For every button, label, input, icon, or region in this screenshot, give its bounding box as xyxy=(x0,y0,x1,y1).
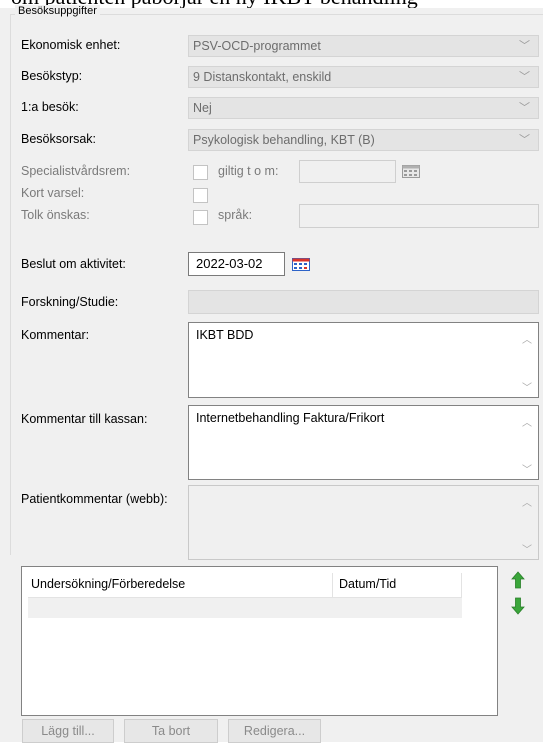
label-kort-varsel: Kort varsel: xyxy=(21,186,85,200)
group-box-title: Besöksuppgifter xyxy=(15,5,100,17)
edit-button[interactable]: Redigera... xyxy=(228,719,321,743)
arrow-down-icon[interactable] xyxy=(511,597,525,615)
examinations-table[interactable]: Undersökning/Förberedelse Datum/Tid xyxy=(21,566,498,716)
add-button[interactable]: Lägg till... xyxy=(22,719,114,743)
label-forskning-studie: Forskning/Studie: xyxy=(21,295,119,309)
kommentar-kassan-text: Internetbehandling Faktura/Frikort xyxy=(196,411,385,425)
scroll-down-icon[interactable]: ﹀ xyxy=(522,379,532,394)
textarea-patientkommentar[interactable]: ︿ ﹀ xyxy=(188,485,539,560)
column-separator[interactable] xyxy=(332,573,333,597)
visit-details-panel: Besöksuppgifter Ekonomisk enhet: PSV-OCD… xyxy=(0,5,543,743)
date-field-giltig-tom[interactable] xyxy=(299,160,396,183)
table-row[interactable] xyxy=(28,598,462,618)
calendar-icon[interactable] xyxy=(402,165,420,178)
kommentar-text: IKBT BDD xyxy=(196,328,254,342)
calendar-icon[interactable] xyxy=(292,258,310,271)
label-beslut-om-aktivitet: Beslut om aktivitet: xyxy=(21,257,126,271)
label-giltig-tom: giltig t o m: xyxy=(218,164,279,178)
scroll-up-icon[interactable]: ︿ xyxy=(522,331,532,346)
label-forsta-besok: 1:a besök: xyxy=(21,100,79,114)
checkbox-kort-varsel[interactable] xyxy=(193,188,208,203)
label-besokstyp: Besökstyp: xyxy=(21,69,83,83)
date-field-beslut[interactable]: 2022-03-02 xyxy=(188,252,285,276)
checkbox-specialistvardsrem[interactable] xyxy=(193,165,208,180)
scroll-down-icon[interactable]: ﹀ xyxy=(522,541,532,556)
chevron-down-icon[interactable]: ﹀ xyxy=(519,98,530,118)
label-tolk-onskas: Tolk önskas: xyxy=(21,208,90,222)
combo-forsta-besok-value: Nej xyxy=(193,101,212,115)
checkbox-tolk[interactable] xyxy=(193,210,208,225)
chevron-down-icon[interactable]: ﹀ xyxy=(519,36,530,56)
label-kommentar: Kommentar: xyxy=(21,328,90,342)
column-header-datum-tid[interactable]: Datum/Tid xyxy=(339,577,396,591)
textarea-kommentar-kassan[interactable]: Internetbehandling Faktura/Frikort ︿ ﹀ xyxy=(188,405,539,480)
combo-ekonomisk-enhet-value: PSV-OCD-programmet xyxy=(193,39,321,53)
textarea-kommentar[interactable]: IKBT BDD ︿ ﹀ xyxy=(188,322,539,398)
table-header: Undersökning/Förberedelse Datum/Tid xyxy=(28,573,462,598)
label-sprak: språk: xyxy=(218,208,253,222)
label-besoksorsak: Besöksorsak: xyxy=(21,132,97,146)
combo-besoksorsak-value: Psykologisk behandling, KBT (B) xyxy=(193,133,375,147)
scroll-down-icon[interactable]: ﹀ xyxy=(522,461,532,476)
scroll-up-icon[interactable]: ︿ xyxy=(522,494,532,509)
field-forskning-studie[interactable] xyxy=(188,290,539,314)
chevron-down-icon[interactable]: ﹀ xyxy=(519,130,530,150)
remove-button[interactable]: Ta bort xyxy=(124,719,218,743)
label-kommentar-kassan: Kommentar till kassan: xyxy=(21,412,148,426)
label-patientkommentar: Patientkommentar (webb): xyxy=(21,492,168,506)
combo-forsta-besok[interactable]: Nej ﹀ xyxy=(188,97,539,119)
combo-besokstyp[interactable]: 9 Distanskontakt, enskild ﹀ xyxy=(188,66,539,88)
label-ekonomisk-enhet: Ekonomisk enhet: xyxy=(21,38,121,52)
combo-besokstyp-value: 9 Distanskontakt, enskild xyxy=(193,70,332,84)
chevron-down-icon[interactable]: ﹀ xyxy=(519,67,530,87)
scroll-up-icon[interactable]: ︿ xyxy=(522,414,532,429)
combo-ekonomisk-enhet[interactable]: PSV-OCD-programmet ﹀ xyxy=(188,35,539,57)
column-header-undersokning[interactable]: Undersökning/Förberedelse xyxy=(31,577,185,591)
language-field[interactable] xyxy=(299,204,539,228)
arrow-up-icon[interactable] xyxy=(511,571,525,589)
column-separator[interactable] xyxy=(461,573,462,597)
combo-besoksorsak[interactable]: Psykologisk behandling, KBT (B) ﹀ xyxy=(188,129,539,151)
label-specialistvardsrem: Specialistvårdsrem: xyxy=(21,164,131,178)
